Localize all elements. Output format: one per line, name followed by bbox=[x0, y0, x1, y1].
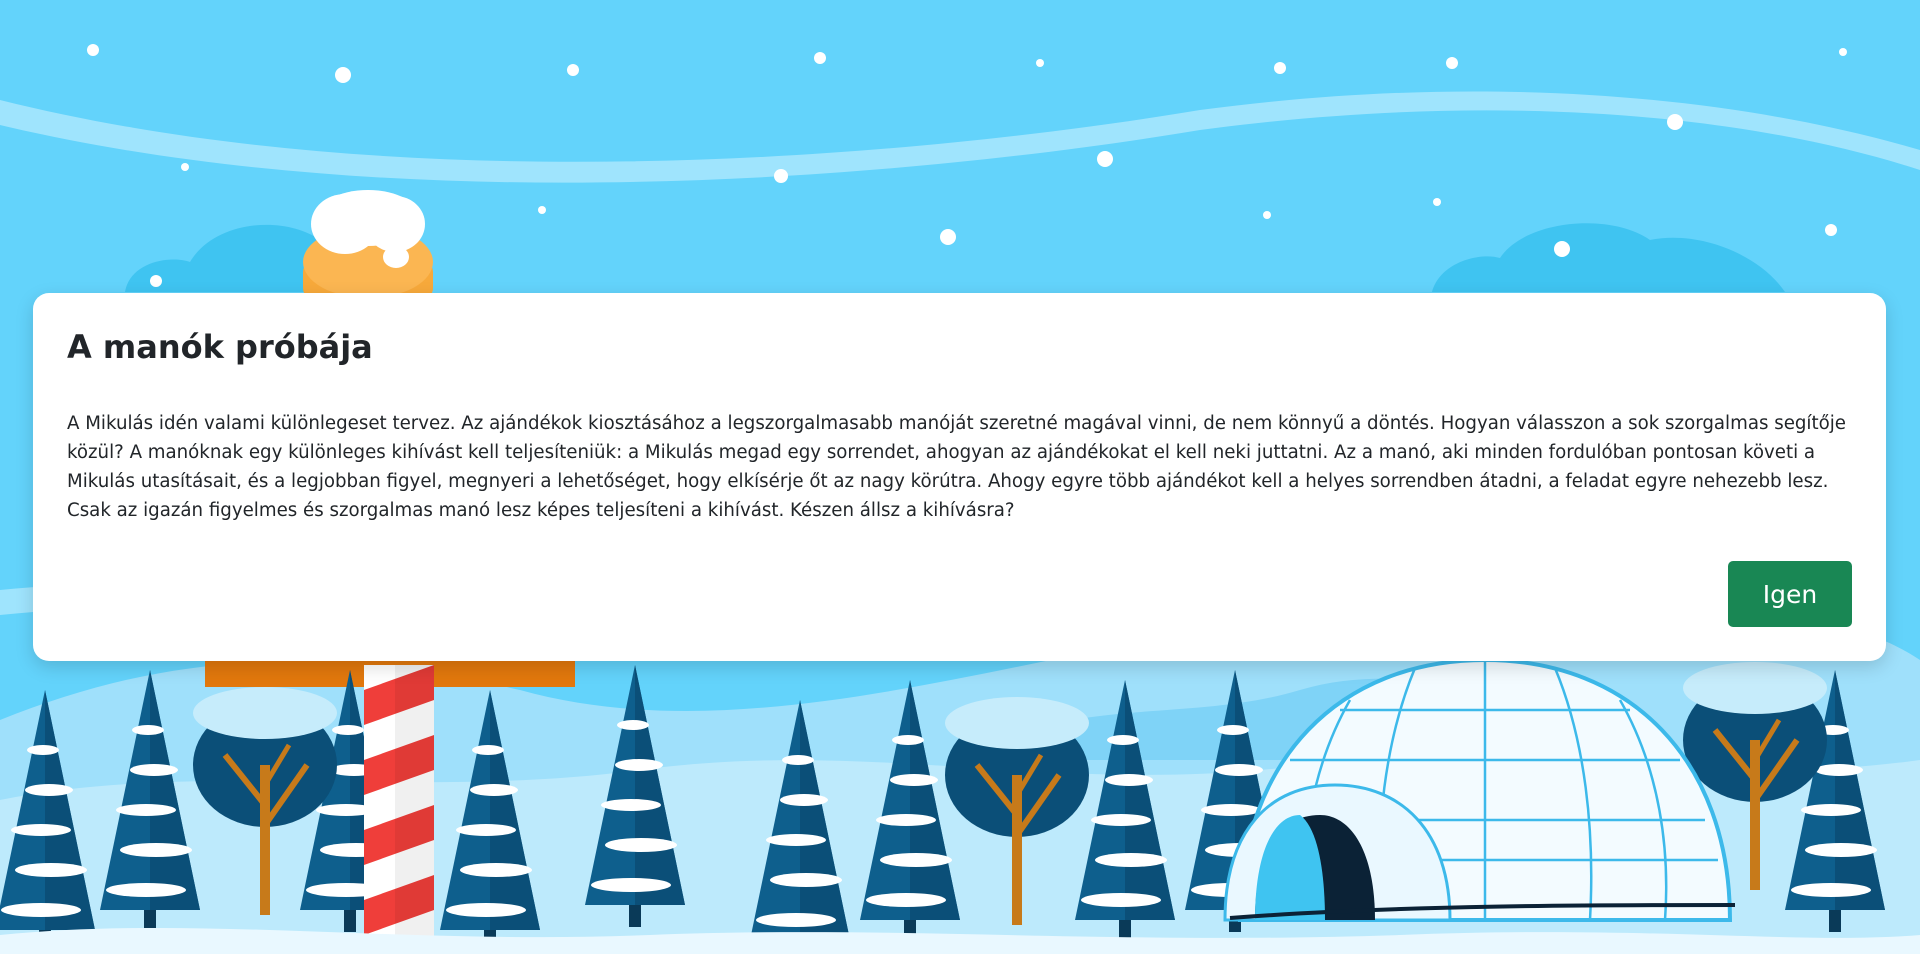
intro-dialog: A manók próbája A Mikulás idén valami kü… bbox=[33, 293, 1886, 661]
signpost-top bbox=[303, 190, 433, 300]
dialog-title: A manók próbája bbox=[67, 328, 373, 366]
candy-pole bbox=[364, 665, 434, 954]
dialog-story-text: A Mikulás idén valami különlegeset terve… bbox=[67, 413, 1846, 521]
yes-button[interactable]: Igen bbox=[1728, 561, 1852, 627]
